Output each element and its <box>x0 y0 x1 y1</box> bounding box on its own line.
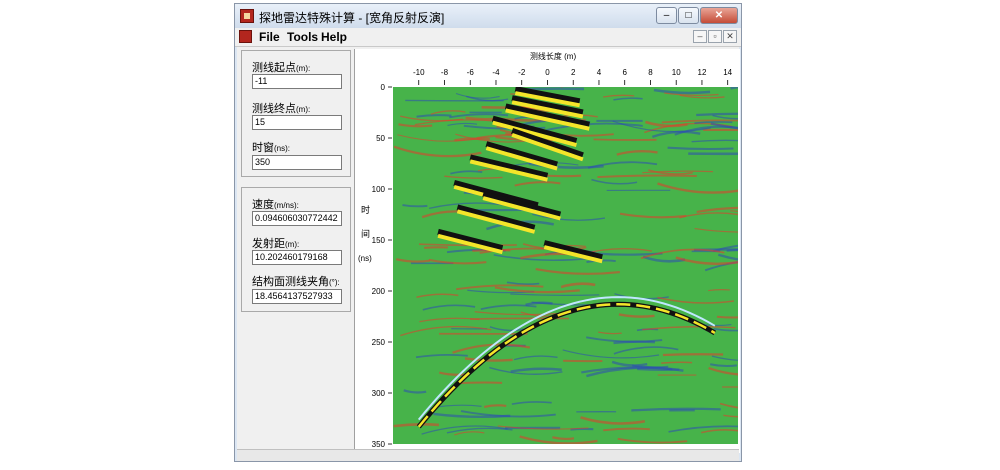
start-input[interactable]: -11 <box>252 74 342 89</box>
angle-field[interactable]: 18.4564137527933 <box>252 289 342 304</box>
radargram-view[interactable]: 测线长度 (m) -10 -8 -6 -4 -2 0 2 4 6 8 10 12 14 0 50 100 15… <box>354 49 740 453</box>
window-title: 探地雷达特殊计算 - [宽角反射反演] <box>259 11 445 25</box>
child-close-button[interactable]: ✕ <box>723 30 737 43</box>
x-tick-label: -4 <box>492 68 500 77</box>
y-axis-title-char-2: 间 <box>361 228 370 239</box>
trace-band <box>661 361 693 364</box>
x-tick-label: 14 <box>723 68 732 77</box>
x-tick-label: -2 <box>518 68 526 77</box>
x-tick-label: 4 <box>597 68 602 77</box>
velocity-field[interactable]: 0.094606030772442 <box>252 211 342 226</box>
x-tick-label: 2 <box>571 68 576 77</box>
angle-label: 结构面测线夹角(°): <box>252 276 340 288</box>
trace-band <box>696 112 738 117</box>
client-area: 测线起点(m): -11 测线终点(m): 15 时窗(ns): 350 速度(… <box>237 47 740 459</box>
time-window-input[interactable]: 350 <box>252 155 342 170</box>
y-tick-label: 250 <box>372 338 386 347</box>
y-tick-label: 0 <box>381 83 386 92</box>
status-bar <box>237 449 739 461</box>
y-tick-label: 300 <box>372 389 386 398</box>
x-tick-label: 10 <box>672 68 681 77</box>
minimize-button[interactable]: – <box>656 7 677 24</box>
menu-help[interactable]: Help <box>321 30 347 44</box>
x-tick-label: 6 <box>622 68 627 77</box>
child-minimize-button[interactable]: – <box>693 30 707 43</box>
main-window: 探地雷达特殊计算 - [宽角反射反演] – □ ✕ File Tools Hel… <box>234 3 742 462</box>
menu-bar: File Tools Help – ▫ ✕ <box>235 28 741 47</box>
trace-band <box>465 116 497 121</box>
result-panel: 速度(m/ns): 0.094606030772442 发射距(m): 10.2… <box>241 187 351 312</box>
child-restore-button[interactable]: ▫ <box>708 30 722 43</box>
end-label: 测线终点(m): <box>252 103 311 115</box>
y-axis-title-char-1: 时 <box>361 204 370 215</box>
close-button[interactable]: ✕ <box>700 7 738 24</box>
time-window-label: 时窗(ns): <box>252 142 290 154</box>
radargram-svg[interactable]: 测线长度 (m) -10 -8 -6 -4 -2 0 2 4 6 8 10 12 14 0 50 100 15… <box>355 49 740 453</box>
y-tick-label: 350 <box>372 440 386 449</box>
x-axis-ticks: -10 -8 -6 -4 -2 0 2 4 6 8 10 12 14 <box>413 68 733 85</box>
title-bar[interactable]: 探地雷达特殊计算 - [宽角反射反演] – □ ✕ <box>235 4 741 28</box>
maximize-button[interactable]: □ <box>678 7 699 24</box>
x-tick-label: 12 <box>698 68 707 77</box>
end-input[interactable]: 15 <box>252 115 342 130</box>
trace-band <box>561 87 564 88</box>
x-tick-label: -8 <box>441 68 449 77</box>
y-tick-label: 150 <box>372 236 386 245</box>
x-tick-label: 8 <box>648 68 653 77</box>
y-tick-label: 50 <box>376 134 385 143</box>
trace-band <box>662 353 724 357</box>
app-icon <box>240 9 254 23</box>
y-axis-ticks: 0 50 100 150 200 250 300 350 <box>372 83 392 449</box>
x-tick-label: -10 <box>413 68 425 77</box>
y-tick-label: 100 <box>372 185 386 194</box>
velocity-label: 速度(m/ns): <box>252 199 299 211</box>
offset-field[interactable]: 10.202460179168 <box>252 250 342 265</box>
menu-tools[interactable]: Tools <box>287 30 318 44</box>
document-icon[interactable] <box>239 30 252 43</box>
input-panel: 测线起点(m): -11 测线终点(m): 15 时窗(ns): 350 <box>241 50 351 177</box>
start-label: 测线起点(m): <box>252 62 311 74</box>
offset-label: 发射距(m): <box>252 238 300 250</box>
x-tick-label: 0 <box>545 68 550 77</box>
trace-band <box>716 315 738 319</box>
y-axis-title-unit: (ns) <box>358 254 372 263</box>
menu-file[interactable]: File <box>259 30 280 44</box>
trace-band <box>730 87 738 90</box>
trace-band <box>593 138 657 141</box>
x-tick-label: -6 <box>467 68 475 77</box>
x-axis-title: 测线长度 (m) <box>530 51 577 61</box>
y-tick-label: 200 <box>372 287 386 296</box>
